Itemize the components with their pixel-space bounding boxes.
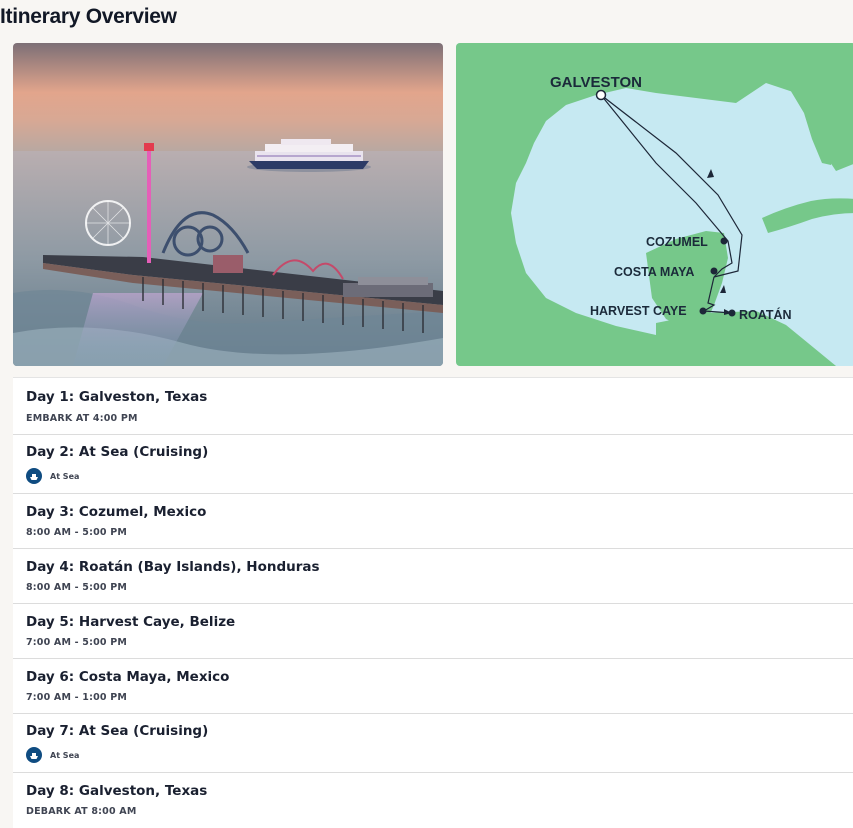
port-marker-roatan: [728, 309, 736, 317]
day-title: Day 6: Costa Maya, Mexico: [26, 669, 230, 685]
day-title: Day 3: Cozumel, Mexico: [26, 504, 207, 520]
itinerary-day-8[interactable]: Day 8: Galveston, Texas DEBARK AT 8:00 A…: [13, 773, 853, 827]
port-label-galveston: GALVESTON: [550, 74, 642, 91]
port-marker-harvest-caye: [699, 307, 707, 315]
at-sea-label: At Sea: [50, 750, 80, 760]
at-sea-label: At Sea: [50, 471, 80, 481]
day-subtitle: 8:00 AM - 5:00 PM: [26, 582, 128, 593]
port-marker-costa-maya: [710, 267, 718, 275]
day-subtitle: 7:00 AM - 1:00 PM: [26, 692, 128, 703]
day-title: Day 7: At Sea (Cruising): [26, 723, 209, 739]
route-map: GALVESTON COZUMEL COSTA MAYA HARVEST CAY…: [456, 43, 853, 366]
page-title: Itinerary Overview: [0, 5, 177, 28]
day-subtitle: 7:00 AM - 5:00 PM: [26, 637, 128, 648]
itinerary-day-6[interactable]: Day 6: Costa Maya, Mexico 7:00 AM - 1:00…: [13, 659, 853, 714]
itinerary-day-5[interactable]: Day 5: Harvest Caye, Belize 7:00 AM - 5:…: [13, 604, 853, 659]
day-title: Day 8: Galveston, Texas: [26, 783, 208, 799]
port-label-costa-maya: COSTA MAYA: [614, 265, 694, 279]
day-title: Day 5: Harvest Caye, Belize: [26, 614, 236, 630]
port-marker-cozumel: [720, 237, 728, 245]
ship-icon: [26, 747, 42, 763]
itinerary-day-3[interactable]: Day 3: Cozumel, Mexico 8:00 AM - 5:00 PM: [13, 494, 853, 549]
day-subtitle: EMBARK AT 4:00 PM: [26, 413, 138, 424]
itinerary-day-2[interactable]: Day 2: At Sea (Cruising) At Sea: [13, 435, 853, 494]
itinerary-day-4[interactable]: Day 4: Roatán (Bay Islands), Honduras 8:…: [13, 549, 853, 604]
port-label-cozumel: COZUMEL: [646, 235, 708, 249]
port-marker-galveston: [595, 89, 607, 101]
day-title: Day 4: Roatán (Bay Islands), Honduras: [26, 559, 320, 575]
destination-photo: [13, 43, 443, 366]
day-subtitle: 8:00 AM - 5:00 PM: [26, 527, 128, 538]
day-subtitle: DEBARK AT 8:00 AM: [26, 806, 137, 817]
itinerary-day-1[interactable]: Day 1: Galveston, Texas EMBARK AT 4:00 P…: [13, 378, 853, 435]
port-label-harvest-caye: HARVEST CAYE: [590, 304, 687, 318]
ship-icon: [26, 468, 42, 484]
port-label-roatan: ROATÁN: [739, 307, 792, 322]
day-title: Day 2: At Sea (Cruising): [26, 444, 209, 460]
itinerary-day-7[interactable]: Day 7: At Sea (Cruising) At Sea: [13, 714, 853, 773]
day-title: Day 1: Galveston, Texas: [26, 389, 208, 405]
itinerary-list: Day 1: Galveston, Texas EMBARK AT 4:00 P…: [13, 377, 853, 828]
